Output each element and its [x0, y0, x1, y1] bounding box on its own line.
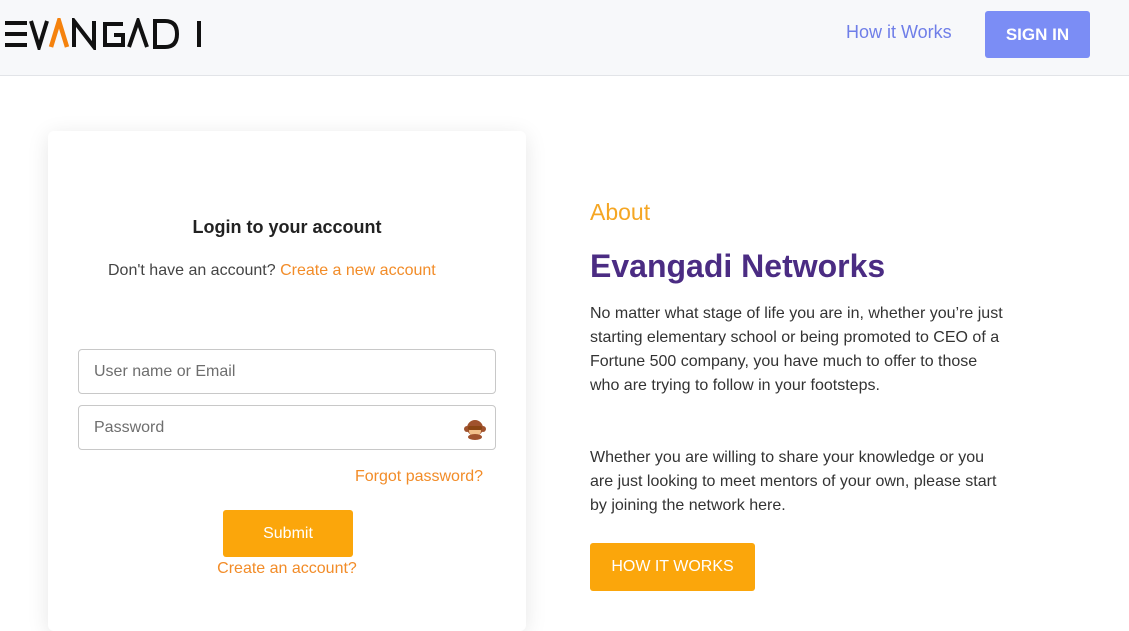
evangadi-logo[interactable] [5, 18, 207, 50]
submit-button[interactable]: Submit [223, 510, 353, 557]
forgot-password-link[interactable]: Forgot password? [355, 468, 483, 486]
username-input[interactable] [79, 350, 459, 393]
login-card: Login to your account Don't have an acco… [48, 131, 526, 631]
about-paragraph-2: Whether you are willing to share your kn… [590, 449, 997, 514]
login-title: Login to your account [192, 217, 382, 237]
username-field-wrapper [78, 349, 496, 394]
sign-in-button[interactable]: SIGN IN [985, 11, 1090, 58]
create-account-link[interactable]: Create an account? [217, 560, 357, 577]
about-label: About [590, 199, 651, 225]
nav-how-it-works-link[interactable]: How it Works [846, 22, 952, 43]
password-field-wrapper [78, 405, 496, 450]
monkey-eye-icon[interactable] [464, 418, 486, 440]
create-account-row: Create an account? [48, 560, 526, 578]
password-input[interactable] [79, 406, 459, 449]
how-it-works-button[interactable]: HOW IT WORKS [590, 543, 755, 591]
top-header: How it Works SIGN IN [0, 0, 1129, 76]
no-account-text: Don't have an account? [108, 262, 281, 279]
create-new-account-link[interactable]: Create a new account [280, 262, 436, 279]
about-title: Evangadi Networks [590, 248, 886, 284]
about-paragraph-1: No matter what stage of life you are in,… [590, 305, 1003, 394]
register-prompt: Don't have an account? Create a new acco… [108, 259, 438, 283]
